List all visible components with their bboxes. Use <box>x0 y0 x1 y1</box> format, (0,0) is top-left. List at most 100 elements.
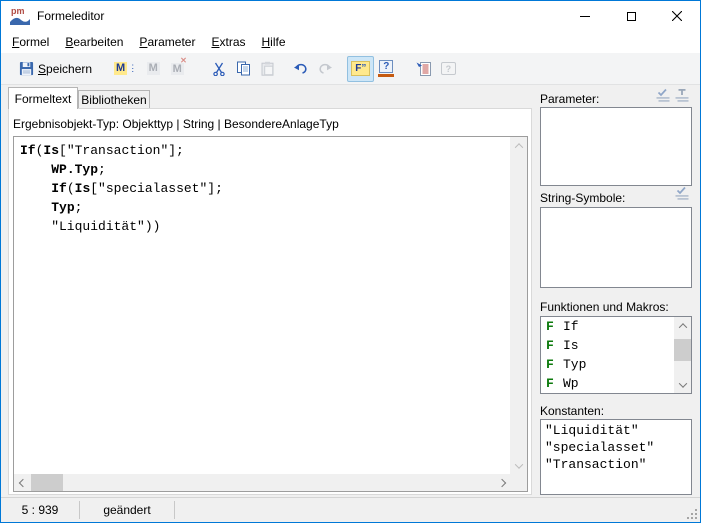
scrollbar-corner <box>510 474 527 491</box>
functions-scroll-thumb[interactable] <box>674 339 691 361</box>
function-icon: F <box>546 319 563 334</box>
code-line: If(Is["Transaction"]; <box>20 141 510 160</box>
close-button[interactable] <box>654 1 700 31</box>
string-symbols-list[interactable] <box>540 207 692 288</box>
functions-scroll-down-button[interactable] <box>674 376 691 393</box>
code-line: "Liquidität")) <box>20 217 510 236</box>
insert-string-symbol-button[interactable] <box>674 186 690 201</box>
chevron-up-icon <box>514 143 522 151</box>
result-type-label: Ergebnisobjekt-Typ: Objekttyp | String |… <box>13 117 339 131</box>
save-button-label: Speichern <box>38 62 92 76</box>
function-icon: F <box>546 338 563 353</box>
function-item-label: Wp <box>563 376 579 391</box>
redo-button[interactable] <box>313 56 337 82</box>
constant-item[interactable]: "Liquidität" <box>545 422 691 439</box>
cut-button[interactable] <box>207 56 231 82</box>
chevron-down-icon <box>678 379 686 387</box>
minimize-icon <box>580 16 590 17</box>
insert-text-icon <box>674 88 690 103</box>
copy-button[interactable] <box>231 56 255 82</box>
minimize-button[interactable] <box>562 1 608 31</box>
editor-vertical-scrollbar[interactable] <box>510 137 527 474</box>
help-context-icon: ? <box>378 60 394 77</box>
menu-item-bearbeiten[interactable]: Bearbeiten <box>57 32 131 52</box>
menu-item-formel[interactable]: Formel <box>4 32 57 52</box>
paste-icon <box>260 61 275 76</box>
insert-parameter-text-button[interactable] <box>674 88 690 103</box>
paste-button[interactable] <box>255 56 279 82</box>
function-item-label: Typ <box>563 357 586 372</box>
save-button[interactable]: Speichern <box>15 56 96 82</box>
maximize-button[interactable] <box>608 1 654 31</box>
window-controls <box>562 1 700 31</box>
resize-grip-icon[interactable] <box>687 509 697 519</box>
menu-item-hilfe[interactable]: Hilfe <box>254 32 294 52</box>
tab-bibliotheken-label: Bibliotheken <box>81 93 146 107</box>
check-formula-button[interactable] <box>412 56 436 82</box>
macro-insert-button[interactable]: M⋮ <box>110 56 141 82</box>
scroll-down-button[interactable] <box>510 457 527 474</box>
function-item-typ[interactable]: FTyp <box>541 355 674 374</box>
undo-icon <box>293 62 309 75</box>
constants-label: Konstanten: <box>540 404 604 418</box>
chevron-left-icon <box>18 478 26 486</box>
tab-bibliotheken[interactable]: Bibliotheken <box>78 90 150 109</box>
status-bar: 5 : 939 geändert <box>1 497 700 522</box>
function-item-label: Is <box>563 338 579 353</box>
modified-status: geändert <box>80 498 174 522</box>
constant-item[interactable]: "specialasset" <box>545 439 691 456</box>
copy-icon <box>236 61 251 76</box>
toolbar: Speichern M⋮ M M✕ <box>1 53 700 85</box>
horizontal-scroll-thumb[interactable] <box>31 474 63 491</box>
functions-list-box[interactable]: FIfFIsFTypFWp <box>540 316 692 394</box>
function-item-if[interactable]: FIf <box>541 317 674 336</box>
app-icon-wave <box>10 15 30 25</box>
maximize-icon <box>627 12 636 21</box>
function-icon: F <box>546 376 563 391</box>
help-context-button[interactable]: ? <box>374 56 398 82</box>
scroll-up-button[interactable] <box>510 137 527 154</box>
code-line: If(Is["specialasset"]; <box>20 179 510 198</box>
scroll-left-button[interactable] <box>14 474 31 491</box>
app-icon: pm <box>10 8 30 25</box>
chevron-down-icon <box>514 460 522 468</box>
parameter-list[interactable] <box>540 107 692 186</box>
functions-scroll-up-button[interactable] <box>674 317 691 334</box>
save-icon <box>19 61 34 76</box>
insert-check-icon <box>655 88 671 103</box>
formula-editor[interactable]: If(Is["Transaction"]; WP.Typ; If(Is["spe… <box>13 136 528 492</box>
chevron-right-icon <box>497 478 505 486</box>
title-bar: pm Formeleditor <box>1 1 700 31</box>
constant-item[interactable]: "Transaction" <box>545 456 691 473</box>
help-bubble-icon: ? <box>441 62 456 75</box>
chevron-up-icon <box>678 323 686 331</box>
formula-text[interactable]: If(Is["Transaction"]; WP.Typ; If(Is["spe… <box>14 137 510 474</box>
macro-apply-button[interactable]: M <box>141 56 165 82</box>
formeleditor-window: pm Formeleditor FormelBearbeitenParamete… <box>0 0 701 523</box>
string-quote-toggle-icon: F” <box>351 61 370 76</box>
menu-item-parameter[interactable]: Parameter <box>131 32 203 52</box>
function-item-is[interactable]: FIs <box>541 336 674 355</box>
function-item-wp[interactable]: FWp <box>541 374 674 393</box>
macro-insert-dots: ⋮ <box>128 63 137 74</box>
parameter-label: Parameter: <box>540 92 599 106</box>
insert-parameter-button[interactable] <box>655 88 671 103</box>
editor-horizontal-scrollbar[interactable] <box>14 474 510 491</box>
insert-check-icon <box>674 186 690 201</box>
menu-item-extras[interactable]: Extras <box>203 32 253 52</box>
tab-formeltext[interactable]: Formeltext <box>8 87 78 109</box>
window-title: Formeleditor <box>37 9 104 23</box>
functions-label: Funktionen und Makros: <box>540 300 669 314</box>
scroll-right-button[interactable] <box>493 474 510 491</box>
macro-delete-button[interactable]: M✕ <box>165 56 189 82</box>
help-bubble-button[interactable]: ? <box>436 56 460 82</box>
status-separator <box>174 501 175 519</box>
functions-list[interactable]: FIfFIsFTypFWp <box>541 317 674 393</box>
cursor-position-status: 5 : 939 <box>1 498 79 522</box>
functions-scrollbar[interactable] <box>674 317 691 393</box>
code-line: WP.Typ; <box>20 160 510 179</box>
undo-button[interactable] <box>289 56 313 82</box>
constants-list[interactable]: "Liquidität""specialasset""Transaction" <box>540 419 692 495</box>
macro-delete-x: ✕ <box>180 56 187 65</box>
string-quote-toggle-button[interactable]: F” <box>347 56 374 82</box>
